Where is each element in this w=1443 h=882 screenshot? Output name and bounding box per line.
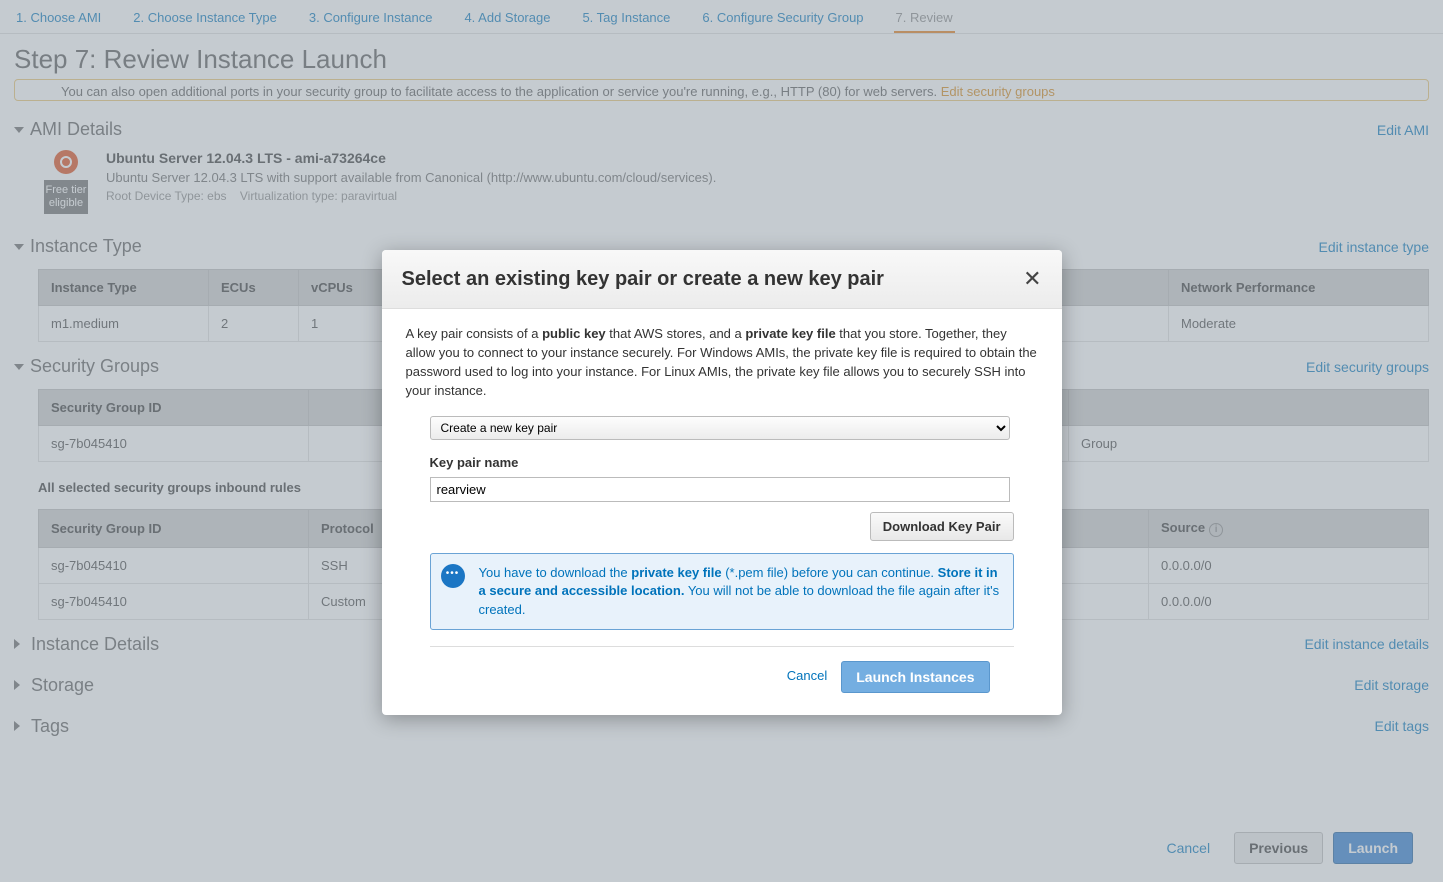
keypair-name-input[interactable] [430,477,1010,502]
modal-cancel-button[interactable]: Cancel [787,667,827,686]
modal-title: Select an existing key pair or create a … [402,268,884,291]
keypair-modal: Select an existing key pair or create a … [382,250,1062,715]
download-keypair-button[interactable]: Download Key Pair [870,512,1014,541]
keypair-action-select[interactable]: Create a new key pair [430,416,1010,440]
launch-instances-button[interactable]: Launch Instances [841,661,989,693]
modal-overlay: Select an existing key pair or create a … [0,0,1443,882]
modal-description: A key pair consists of a public key that… [406,325,1038,400]
keypair-name-label: Key pair name [430,454,1038,473]
close-icon[interactable]: ✕ [1023,266,1041,292]
speech-bubble-icon [441,564,465,588]
download-warning-alert: You have to download the private key fil… [430,553,1014,630]
